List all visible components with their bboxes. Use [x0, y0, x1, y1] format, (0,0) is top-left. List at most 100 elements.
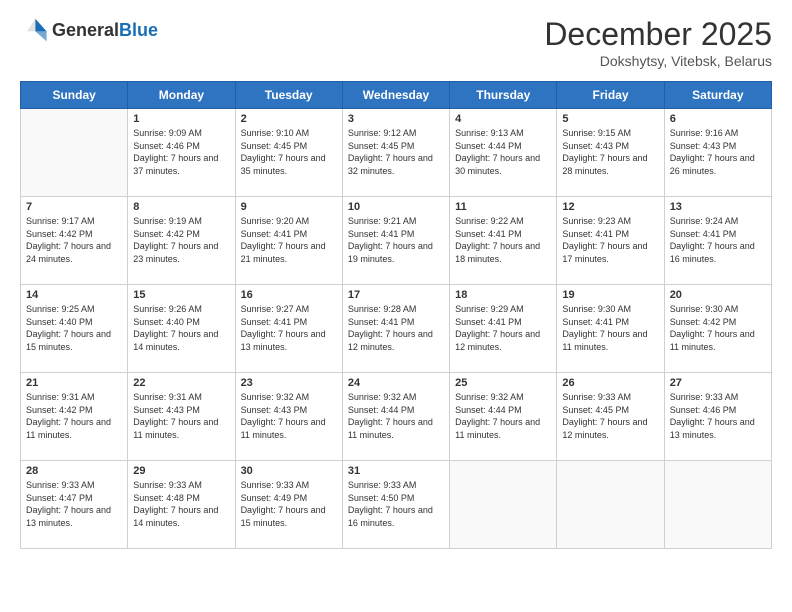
day-number: 30: [241, 465, 337, 477]
day-number: 23: [241, 377, 337, 389]
day-number: 26: [562, 377, 658, 389]
day-info: Sunrise: 9:30 AMSunset: 4:41 PMDaylight:…: [562, 303, 658, 353]
weekday-saturday: Saturday: [664, 82, 771, 109]
day-cell: 25 Sunrise: 9:32 AMSunset: 4:44 PMDayligh…: [450, 373, 557, 461]
weekday-sunday: Sunday: [21, 82, 128, 109]
day-number: 4: [455, 113, 551, 125]
calendar: SundayMondayTuesdayWednesdayThursdayFrid…: [20, 81, 772, 549]
day-info: Sunrise: 9:15 AMSunset: 4:43 PMDaylight:…: [562, 127, 658, 177]
day-info: Sunrise: 9:10 AMSunset: 4:45 PMDaylight:…: [241, 127, 337, 177]
empty-day: [557, 461, 664, 549]
logo-blue: Blue: [119, 20, 158, 40]
day-number: 15: [133, 289, 229, 301]
day-info: Sunrise: 9:33 AMSunset: 4:49 PMDaylight:…: [241, 479, 337, 529]
day-cell: 12 Sunrise: 9:23 AMSunset: 4:41 PMDayligh…: [557, 197, 664, 285]
day-number: 29: [133, 465, 229, 477]
day-cell: 16 Sunrise: 9:27 AMSunset: 4:41 PMDayligh…: [235, 285, 342, 373]
day-info: Sunrise: 9:25 AMSunset: 4:40 PMDaylight:…: [26, 303, 122, 353]
day-cell: 3 Sunrise: 9:12 AMSunset: 4:45 PMDaylight…: [342, 109, 449, 197]
day-number: 11: [455, 201, 551, 213]
day-info: Sunrise: 9:29 AMSunset: 4:41 PMDaylight:…: [455, 303, 551, 353]
day-cell: 6 Sunrise: 9:16 AMSunset: 4:43 PMDaylight…: [664, 109, 771, 197]
day-number: 28: [26, 465, 122, 477]
day-info: Sunrise: 9:22 AMSunset: 4:41 PMDaylight:…: [455, 215, 551, 265]
day-number: 25: [455, 377, 551, 389]
calendar-row: 7Sunrise: 9:17 AMSunset: 4:42 PMDaylight…: [21, 197, 772, 285]
day-cell: 31Sunrise: 9:33 AMSunset: 4:50 PMDayligh…: [342, 461, 449, 549]
day-info: Sunrise: 9:16 AMSunset: 4:43 PMDaylight:…: [670, 127, 766, 177]
day-number: 3: [348, 113, 444, 125]
weekday-friday: Friday: [557, 82, 664, 109]
day-cell: 2 Sunrise: 9:10 AMSunset: 4:45 PMDaylight…: [235, 109, 342, 197]
day-cell: 23 Sunrise: 9:32 AMSunset: 4:43 PMDayligh…: [235, 373, 342, 461]
day-cell: 18 Sunrise: 9:29 AMSunset: 4:41 PMDayligh…: [450, 285, 557, 373]
calendar-row: 14 Sunrise: 9:25 AMSunset: 4:40 PMDayligh…: [21, 285, 772, 373]
day-number: 17: [348, 289, 444, 301]
calendar-row: 21 Sunrise: 9:31 AMSunset: 4:42 PMDayligh…: [21, 373, 772, 461]
day-cell: 1 Sunrise: 9:09 AMSunset: 4:46 PMDaylight…: [128, 109, 235, 197]
day-cell: 30 Sunrise: 9:33 AMSunset: 4:49 PMDayligh…: [235, 461, 342, 549]
day-info: Sunrise: 9:23 AMSunset: 4:41 PMDaylight:…: [562, 215, 658, 265]
day-number: 31: [348, 465, 444, 477]
day-number: 1: [133, 113, 229, 125]
weekday-wednesday: Wednesday: [342, 82, 449, 109]
day-cell: 9 Sunrise: 9:20 AMSunset: 4:41 PMDaylight…: [235, 197, 342, 285]
day-info: Sunrise: 9:32 AMSunset: 4:43 PMDaylight:…: [241, 391, 337, 441]
day-info: Sunrise: 9:27 AMSunset: 4:41 PMDaylight:…: [241, 303, 337, 353]
day-number: 12: [562, 201, 658, 213]
day-info: Sunrise: 9:32 AMSunset: 4:44 PMDaylight:…: [455, 391, 551, 441]
day-number: 27: [670, 377, 766, 389]
empty-day: [21, 109, 128, 197]
weekday-thursday: Thursday: [450, 82, 557, 109]
weekday-header-row: SundayMondayTuesdayWednesdayThursdayFrid…: [21, 82, 772, 109]
day-info: Sunrise: 9:24 AMSunset: 4:41 PMDaylight:…: [670, 215, 766, 265]
day-info: Sunrise: 9:20 AMSunset: 4:41 PMDaylight:…: [241, 215, 337, 265]
day-info: Sunrise: 9:21 AMSunset: 4:41 PMDaylight:…: [348, 215, 444, 265]
logo-icon: [20, 16, 48, 44]
day-number: 18: [455, 289, 551, 301]
header: GeneralBlue December 2025 Dokshytsy, Vit…: [20, 16, 772, 69]
day-number: 24: [348, 377, 444, 389]
day-cell: 19Sunrise: 9:30 AMSunset: 4:41 PMDayligh…: [557, 285, 664, 373]
day-info: Sunrise: 9:31 AMSunset: 4:43 PMDaylight:…: [133, 391, 229, 441]
title-block: December 2025 Dokshytsy, Vitebsk, Belaru…: [544, 16, 772, 69]
day-info: Sunrise: 9:13 AMSunset: 4:44 PMDaylight:…: [455, 127, 551, 177]
day-info: Sunrise: 9:33 AMSunset: 4:47 PMDaylight:…: [26, 479, 122, 529]
day-cell: 29 Sunrise: 9:33 AMSunset: 4:48 PMDayligh…: [128, 461, 235, 549]
day-info: Sunrise: 9:32 AMSunset: 4:44 PMDaylight:…: [348, 391, 444, 441]
day-info: Sunrise: 9:19 AMSunset: 4:42 PMDaylight:…: [133, 215, 229, 265]
day-info: Sunrise: 9:28 AMSunset: 4:41 PMDaylight:…: [348, 303, 444, 353]
day-number: 22: [133, 377, 229, 389]
empty-day: [664, 461, 771, 549]
day-cell: 15Sunrise: 9:26 AMSunset: 4:40 PMDayligh…: [128, 285, 235, 373]
day-cell: 27Sunrise: 9:33 AMSunset: 4:46 PMDayligh…: [664, 373, 771, 461]
day-info: Sunrise: 9:30 AMSunset: 4:42 PMDaylight:…: [670, 303, 766, 353]
day-number: 2: [241, 113, 337, 125]
day-number: 6: [670, 113, 766, 125]
day-number: 8: [133, 201, 229, 213]
day-number: 16: [241, 289, 337, 301]
day-cell: 11 Sunrise: 9:22 AMSunset: 4:41 PMDayligh…: [450, 197, 557, 285]
day-cell: 26 Sunrise: 9:33 AMSunset: 4:45 PMDayligh…: [557, 373, 664, 461]
weekday-tuesday: Tuesday: [235, 82, 342, 109]
logo: GeneralBlue: [20, 16, 158, 44]
day-cell: 21 Sunrise: 9:31 AMSunset: 4:42 PMDayligh…: [21, 373, 128, 461]
day-number: 5: [562, 113, 658, 125]
day-number: 14: [26, 289, 122, 301]
day-info: Sunrise: 9:31 AMSunset: 4:42 PMDaylight:…: [26, 391, 122, 441]
day-cell: 14 Sunrise: 9:25 AMSunset: 4:40 PMDayligh…: [21, 285, 128, 373]
day-info: Sunrise: 9:33 AMSunset: 4:48 PMDaylight:…: [133, 479, 229, 529]
day-info: Sunrise: 9:33 AMSunset: 4:45 PMDaylight:…: [562, 391, 658, 441]
day-cell: 20Sunrise: 9:30 AMSunset: 4:42 PMDayligh…: [664, 285, 771, 373]
day-number: 10: [348, 201, 444, 213]
calendar-row: 1 Sunrise: 9:09 AMSunset: 4:46 PMDaylight…: [21, 109, 772, 197]
day-info: Sunrise: 9:12 AMSunset: 4:45 PMDaylight:…: [348, 127, 444, 177]
day-number: 13: [670, 201, 766, 213]
day-number: 21: [26, 377, 122, 389]
day-number: 9: [241, 201, 337, 213]
day-cell: 7Sunrise: 9:17 AMSunset: 4:42 PMDaylight…: [21, 197, 128, 285]
day-info: Sunrise: 9:09 AMSunset: 4:46 PMDaylight:…: [133, 127, 229, 177]
location: Dokshytsy, Vitebsk, Belarus: [544, 53, 772, 69]
day-cell: 5 Sunrise: 9:15 AMSunset: 4:43 PMDaylight…: [557, 109, 664, 197]
empty-day: [450, 461, 557, 549]
